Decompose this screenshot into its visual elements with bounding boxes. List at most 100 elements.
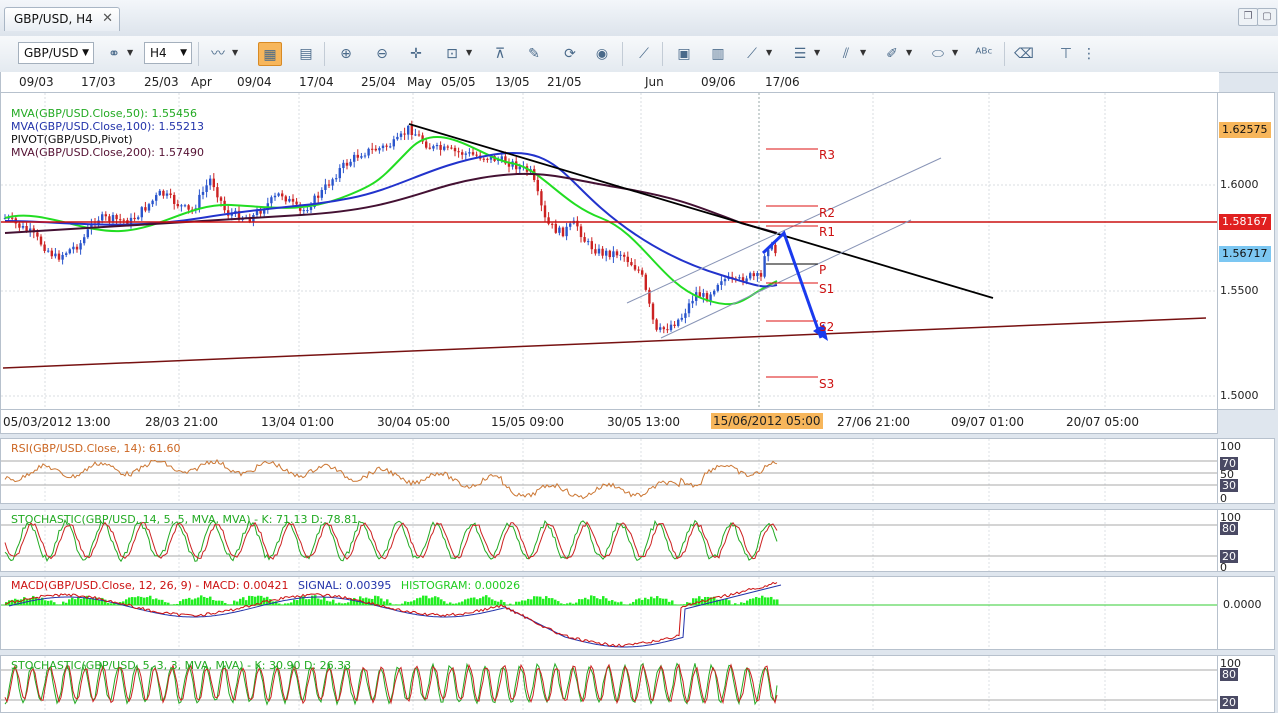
data-window-icon[interactable]: ▤ bbox=[294, 42, 318, 66]
ruler-icon[interactable]: ⟋ bbox=[632, 42, 656, 66]
macd-histogram-bar bbox=[491, 599, 494, 605]
macd-histogram-bar bbox=[152, 599, 155, 605]
macd-histogram-bar bbox=[377, 596, 380, 605]
macd-histogram-bar bbox=[443, 601, 446, 605]
top-axis-label: 05/05 bbox=[441, 75, 476, 89]
candle-body bbox=[140, 207, 143, 218]
candle-body bbox=[536, 179, 539, 192]
candle-body bbox=[54, 253, 57, 257]
rsi-panel[interactable]: RSI(GBP/USD.Close, 14): 61.60 bbox=[0, 438, 1218, 504]
chevron-down-icon[interactable]: ▼ bbox=[814, 48, 820, 57]
globe-icon[interactable]: ◉ bbox=[590, 42, 614, 66]
symbol-select[interactable]: GBP/USD ▼ bbox=[18, 42, 94, 64]
picture-icon[interactable]: ▣ bbox=[672, 42, 696, 66]
chart-tab[interactable]: GBP/USD, H4 ✕ bbox=[4, 7, 120, 31]
ellipse-tool-icon[interactable]: ⬭ bbox=[926, 42, 950, 66]
toolbar-more-icon[interactable]: ⋮ bbox=[1082, 42, 1096, 66]
bottom-axis-label: 09/07 01:00 bbox=[951, 415, 1024, 429]
chart-type-icon[interactable]: 〰 bbox=[206, 42, 230, 66]
zoom-out-icon[interactable]: ⊖ bbox=[370, 42, 394, 66]
candle-body bbox=[162, 190, 165, 196]
candle-body bbox=[680, 317, 683, 320]
period-icon[interactable]: ⊼ bbox=[488, 42, 512, 66]
macd-histogram-bar bbox=[182, 599, 185, 605]
candle-body bbox=[86, 229, 89, 238]
macd-histogram-bar bbox=[572, 603, 575, 605]
chevron-down-icon[interactable]: ▼ bbox=[860, 48, 866, 57]
eraser-icon[interactable]: ⌫ bbox=[1012, 42, 1036, 66]
link-icon[interactable]: ⚭ bbox=[102, 42, 126, 66]
lines-tool-icon[interactable]: ☰ bbox=[788, 42, 812, 66]
chevron-down-icon[interactable]: ▼ bbox=[766, 48, 772, 57]
chevron-down-icon: ▼ bbox=[82, 48, 89, 58]
indicator-icon[interactable]: ⊡ bbox=[440, 42, 464, 66]
text-tool-icon[interactable]: ᴬᴮᶜ bbox=[972, 42, 996, 66]
macd-histogram-bar bbox=[89, 599, 92, 605]
candle-body bbox=[129, 217, 133, 225]
candle-body bbox=[759, 273, 763, 277]
macd-histogram-bar bbox=[326, 600, 329, 605]
hierarchy-icon[interactable]: ⊤ bbox=[1054, 42, 1078, 66]
candle-body bbox=[587, 241, 590, 243]
candle-body bbox=[273, 195, 277, 198]
stochastic-fast-panel[interactable]: STOCHASTIC(GBP/USD, 5, 3, 3, MVA, MVA) -… bbox=[0, 655, 1218, 713]
candle-body bbox=[619, 254, 622, 256]
candle-body bbox=[432, 146, 435, 149]
macd-histogram-bar bbox=[437, 597, 440, 605]
candle-body bbox=[745, 278, 748, 282]
macd-histogram-bar bbox=[410, 601, 413, 605]
chevron-down-icon[interactable]: ▼ bbox=[952, 48, 958, 57]
macd-histogram-bar bbox=[617, 602, 620, 605]
chevron-down-icon[interactable]: ▼ bbox=[906, 48, 912, 57]
macd-histogram-bar bbox=[578, 599, 581, 605]
macd-panel[interactable]: MACD(GBP/USD.Close, 12, 26, 9) - MACD: 0… bbox=[0, 576, 1218, 650]
pencil-icon[interactable]: ✐ bbox=[880, 42, 904, 66]
macd-histogram-bar bbox=[581, 599, 584, 605]
candle-body bbox=[435, 145, 439, 147]
chevron-down-icon[interactable]: ▼ bbox=[466, 48, 472, 57]
candle-body bbox=[403, 133, 406, 135]
bottom-axis-label: 20/07 05:00 bbox=[1066, 415, 1139, 429]
fan-tool-icon[interactable]: ⫽ bbox=[834, 42, 858, 66]
macd-histogram-bar bbox=[413, 600, 416, 605]
candle-body bbox=[212, 178, 215, 188]
candle-body bbox=[471, 152, 475, 155]
candle-body bbox=[198, 194, 201, 209]
macd-histogram-bar bbox=[173, 604, 176, 605]
chevron-down-icon[interactable]: ▼ bbox=[127, 48, 133, 57]
macd-histogram-bar bbox=[428, 598, 431, 605]
macd-histogram-bar bbox=[446, 603, 449, 605]
top-axis-label: 09/03 bbox=[19, 75, 54, 89]
candle-body bbox=[461, 152, 464, 155]
price-chart-panel[interactable]: MVA(GBP/USD.Close,50): 1.55456 MVA(GBP/US… bbox=[0, 92, 1218, 410]
candle-body bbox=[605, 250, 608, 256]
zoom-in-icon[interactable]: ⊕ bbox=[334, 42, 358, 66]
candle-body bbox=[457, 151, 460, 153]
bottom-axis-label: 13/04 01:00 bbox=[261, 415, 334, 429]
candle-body bbox=[612, 251, 615, 258]
crosshair-icon[interactable]: ✛ bbox=[404, 42, 428, 66]
price-scale[interactable]: 1.62575 1.6000 1.58167 1.56717 1.5500 1.… bbox=[1218, 92, 1275, 410]
refresh-icon[interactable]: ⟳ bbox=[558, 42, 582, 66]
candle-body bbox=[392, 139, 395, 147]
candle-body bbox=[774, 244, 777, 254]
macd-histogram-bar bbox=[389, 602, 392, 605]
maximize-icon[interactable]: ▢ bbox=[1257, 8, 1277, 26]
stochastic-panel[interactable]: STOCHASTIC(GBP/USD, 14, 5, 5, MVA, MVA) … bbox=[0, 509, 1218, 572]
macd-histogram-bar bbox=[353, 597, 356, 605]
candle-body bbox=[345, 162, 349, 166]
macd-histogram-bar bbox=[374, 595, 377, 605]
macd-histogram-bar bbox=[749, 598, 752, 605]
timeframe-select[interactable]: H4 ▼ bbox=[144, 42, 192, 64]
candle-body bbox=[518, 166, 521, 170]
edit-icon[interactable]: ✎ bbox=[522, 42, 546, 66]
trendline-tool-icon[interactable]: ⟋ bbox=[740, 42, 764, 66]
chevron-down-icon[interactable]: ▼ bbox=[232, 48, 238, 57]
template-icon[interactable]: ▥ bbox=[706, 42, 730, 66]
close-icon[interactable]: ✕ bbox=[102, 8, 113, 30]
candle-body bbox=[360, 156, 363, 158]
restore-icon[interactable]: ❐ bbox=[1238, 8, 1258, 26]
candle-body bbox=[353, 154, 356, 162]
candle-body bbox=[662, 327, 665, 330]
candle-mode-icon[interactable]: ▦ bbox=[258, 42, 282, 66]
